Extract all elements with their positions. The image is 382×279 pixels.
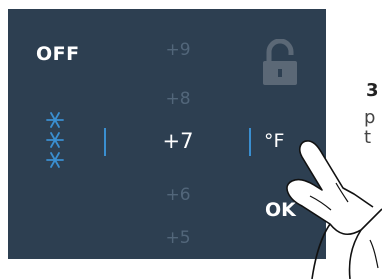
step-text-line: t <box>364 127 372 148</box>
temperature-option[interactable]: +9 <box>158 40 198 60</box>
unit-label[interactable]: °F <box>264 130 284 152</box>
selected-temperature[interactable]: +7 <box>158 129 198 153</box>
instruction-illustration: OFF +9 +8 +7 +6 +5 °F OK 3 p t <box>0 0 382 279</box>
divider-left <box>104 128 106 156</box>
temperature-option[interactable]: +5 <box>158 228 198 248</box>
step-text-line: p <box>364 107 376 128</box>
ok-button[interactable]: OK <box>265 199 296 221</box>
divider-right <box>249 128 251 156</box>
temperature-option[interactable]: +6 <box>158 185 198 205</box>
unlocked-padlock-icon[interactable] <box>260 39 300 87</box>
snowflake-icon[interactable] <box>44 110 66 170</box>
temperature-option[interactable]: +8 <box>158 89 198 109</box>
control-panel: OFF +9 +8 +7 +6 +5 °F OK <box>8 9 326 259</box>
off-button[interactable]: OFF <box>36 43 80 65</box>
step-number: 3 <box>366 80 379 101</box>
